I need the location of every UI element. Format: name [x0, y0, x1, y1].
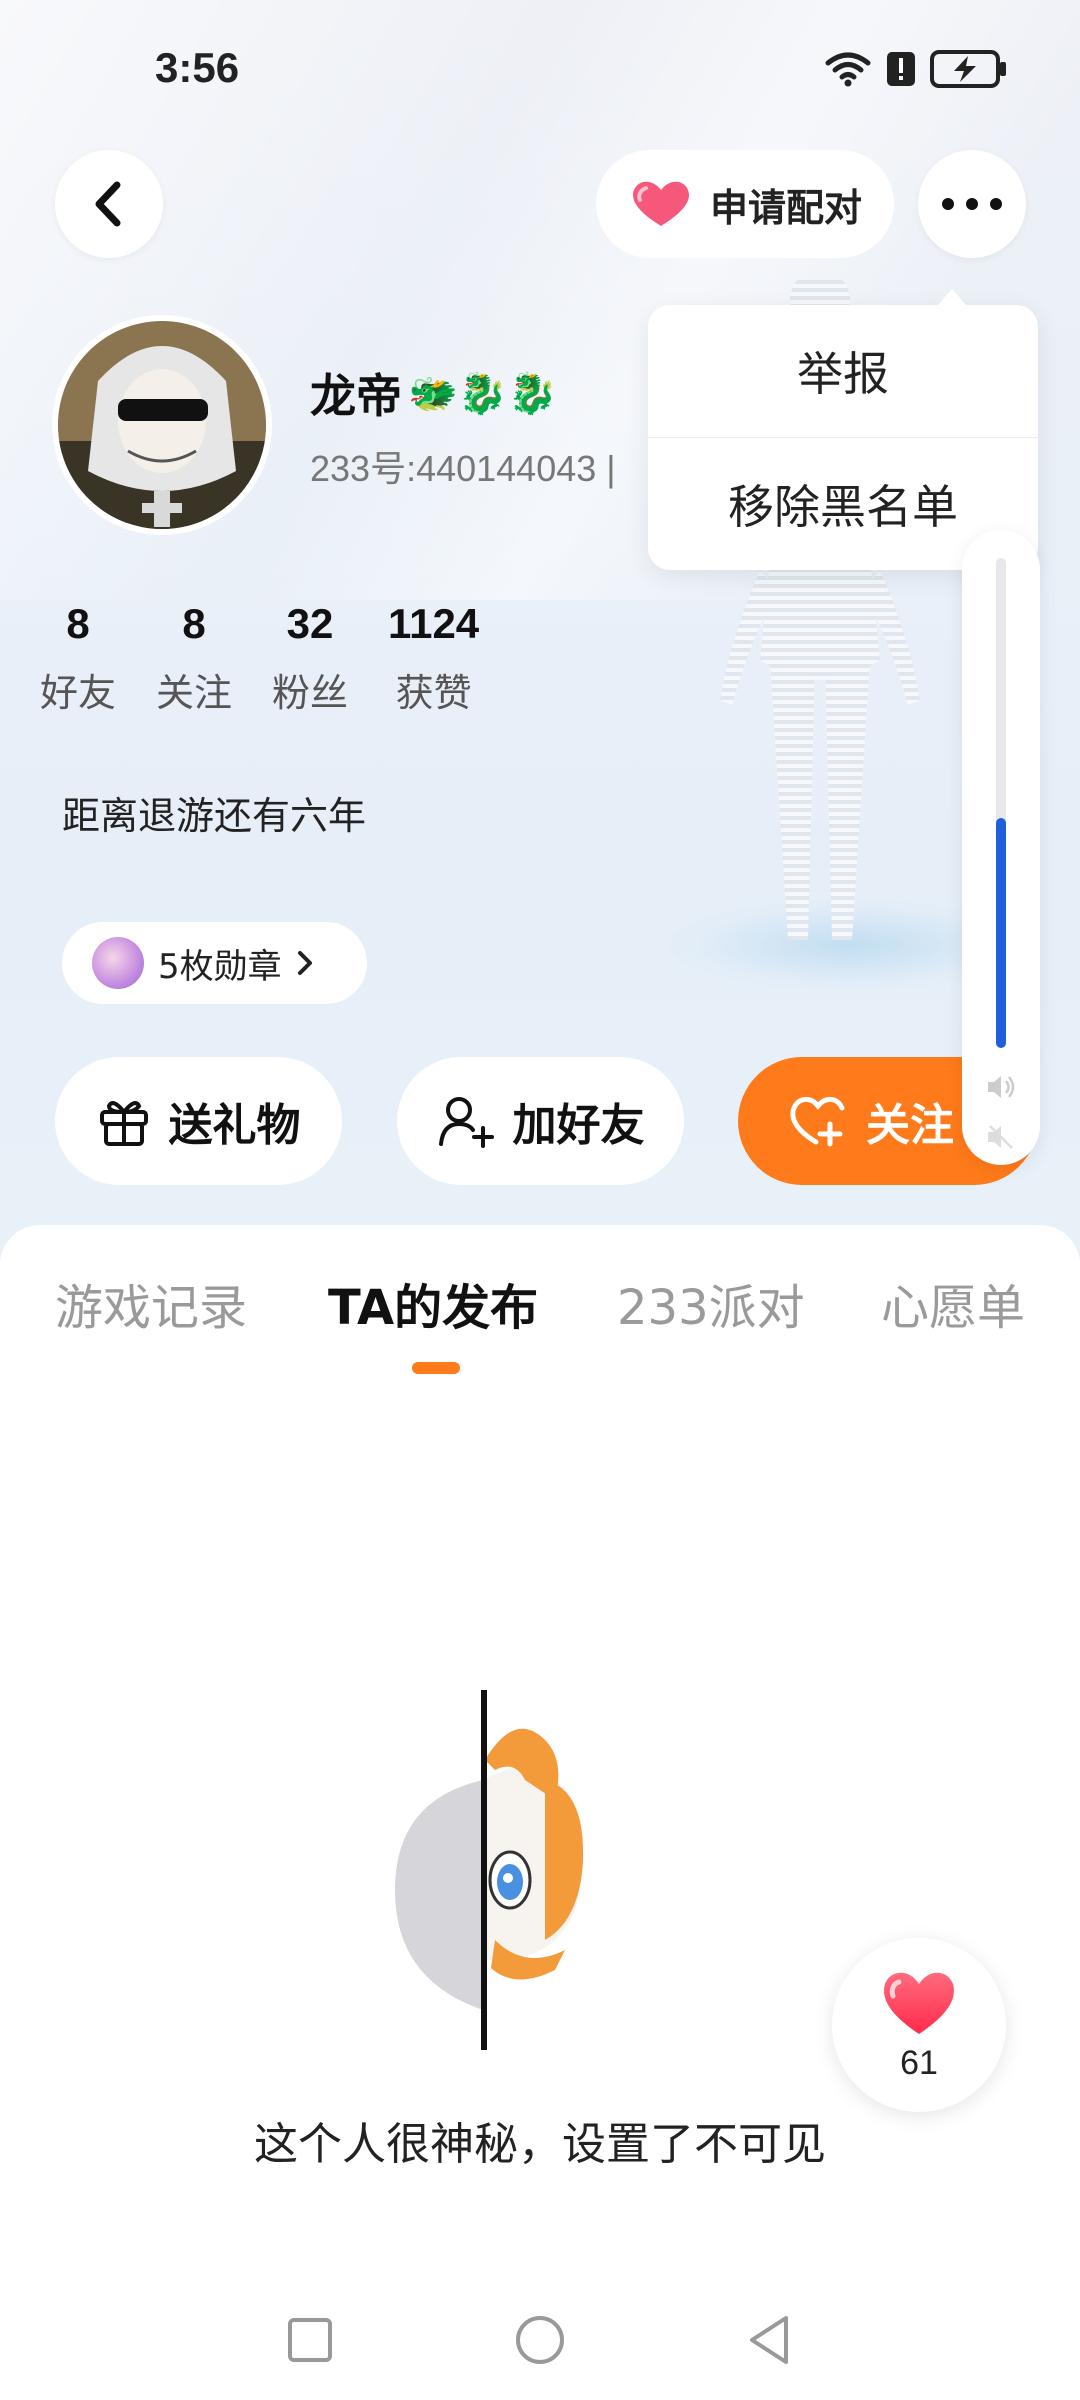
alert-icon — [887, 52, 915, 86]
status-time: 3:56 — [155, 44, 240, 91]
badges-label: 5枚勋章 — [158, 946, 282, 987]
mute-icon[interactable] — [984, 1120, 1018, 1154]
volume-icon[interactable] — [984, 1070, 1018, 1104]
back-nav-icon[interactable] — [740, 2310, 800, 2370]
name-row: 龙帝 🐲🐉🐉 — [310, 360, 557, 426]
add-user-icon — [438, 1097, 494, 1148]
tab-wishlist[interactable]: 心愿单 — [881, 1268, 1025, 1338]
tab-233-party[interactable]: 233派对 — [617, 1268, 805, 1338]
request-pair-button[interactable]: 申请配对 — [596, 150, 894, 258]
recent-apps-icon[interactable] — [280, 2310, 340, 2370]
mascot-peeking-illustration — [395, 1690, 584, 2050]
tab-ta-posts[interactable]: TA的发布 — [328, 1268, 538, 1338]
stat-value: 32 — [286, 600, 334, 647]
menu-item-report[interactable]: 举报 — [648, 305, 1038, 437]
add-friend-label: 加好友 — [512, 1100, 645, 1151]
stat-following[interactable]: 8 关注 — [156, 600, 232, 717]
stat-label: 粉丝 — [272, 671, 349, 715]
chevron-right-icon — [297, 951, 312, 975]
gift-icon — [99, 1101, 148, 1146]
profile-name: 龙帝 — [310, 369, 402, 423]
active-tab-indicator — [412, 1362, 460, 1374]
more-dots-icon — [942, 198, 1002, 210]
stat-friends[interactable]: 8 好友 — [40, 600, 116, 717]
tab-game-records[interactable]: 游戏记录 — [55, 1268, 247, 1338]
more-options-menu: 举报 移除黑名单 — [648, 289, 1038, 570]
send-gift-label: 送礼物 — [168, 1100, 301, 1151]
stat-value: 8 — [66, 600, 90, 647]
volume-level — [996, 817, 1006, 1048]
profile-avatar[interactable] — [52, 315, 272, 535]
home-icon[interactable] — [510, 2310, 570, 2370]
profile-page: 3:56 申请配对 龙帝 🐲🐉🐉 233号:440144043 | 8 好友 8… — [0, 0, 1080, 2400]
heart-icon — [632, 181, 689, 226]
profile-stats: 8 好友 8 关注 32 粉丝 1124 获赞 — [40, 600, 519, 717]
send-gift-button[interactable]: 送礼物 — [55, 1057, 342, 1185]
volume-slider[interactable] — [962, 530, 1040, 1165]
follow-label: 关注 — [866, 1100, 954, 1151]
battery-icon — [930, 50, 1006, 88]
profile-uid: 233号:440144043 | — [310, 448, 616, 489]
stat-label: 获赞 — [395, 671, 472, 715]
like-count: 61 — [900, 2043, 938, 2082]
dragon-icons: 🐲🐉🐉 — [408, 370, 558, 417]
more-options-button[interactable] — [918, 150, 1026, 258]
badge-icon — [92, 937, 144, 989]
badges-button[interactable]: 5枚勋章 — [62, 922, 367, 1004]
stat-value: 1124 — [388, 600, 480, 647]
heart-plus-icon — [790, 1097, 845, 1147]
empty-state-message: 这个人很神秘，设置了不可见 — [254, 2119, 826, 2170]
avatar-image — [58, 321, 266, 529]
stat-label: 好友 — [40, 671, 117, 715]
stat-likes[interactable]: 1124 获赞 — [388, 600, 479, 717]
chevron-left-icon — [95, 181, 121, 227]
profile-tabs: 游戏记录 TA的发布 233派对 心愿单 — [0, 1268, 1080, 1368]
heart-icon — [884, 1972, 954, 2034]
add-friend-button[interactable]: 加好友 — [397, 1057, 684, 1185]
volume-track[interactable] — [996, 558, 1006, 1048]
stat-fans[interactable]: 32 粉丝 — [272, 600, 348, 717]
stat-label: 关注 — [156, 671, 233, 715]
profile-bio: 距离退游还有六年 — [62, 794, 367, 838]
request-pair-label: 申请配对 — [709, 185, 862, 230]
like-button[interactable]: 61 — [832, 1938, 1006, 2112]
back-button[interactable] — [55, 150, 163, 258]
stat-value: 8 — [182, 600, 206, 647]
system-navigation-bar — [0, 2290, 1080, 2400]
wifi-icon — [825, 52, 871, 87]
status-icons — [824, 50, 1008, 88]
